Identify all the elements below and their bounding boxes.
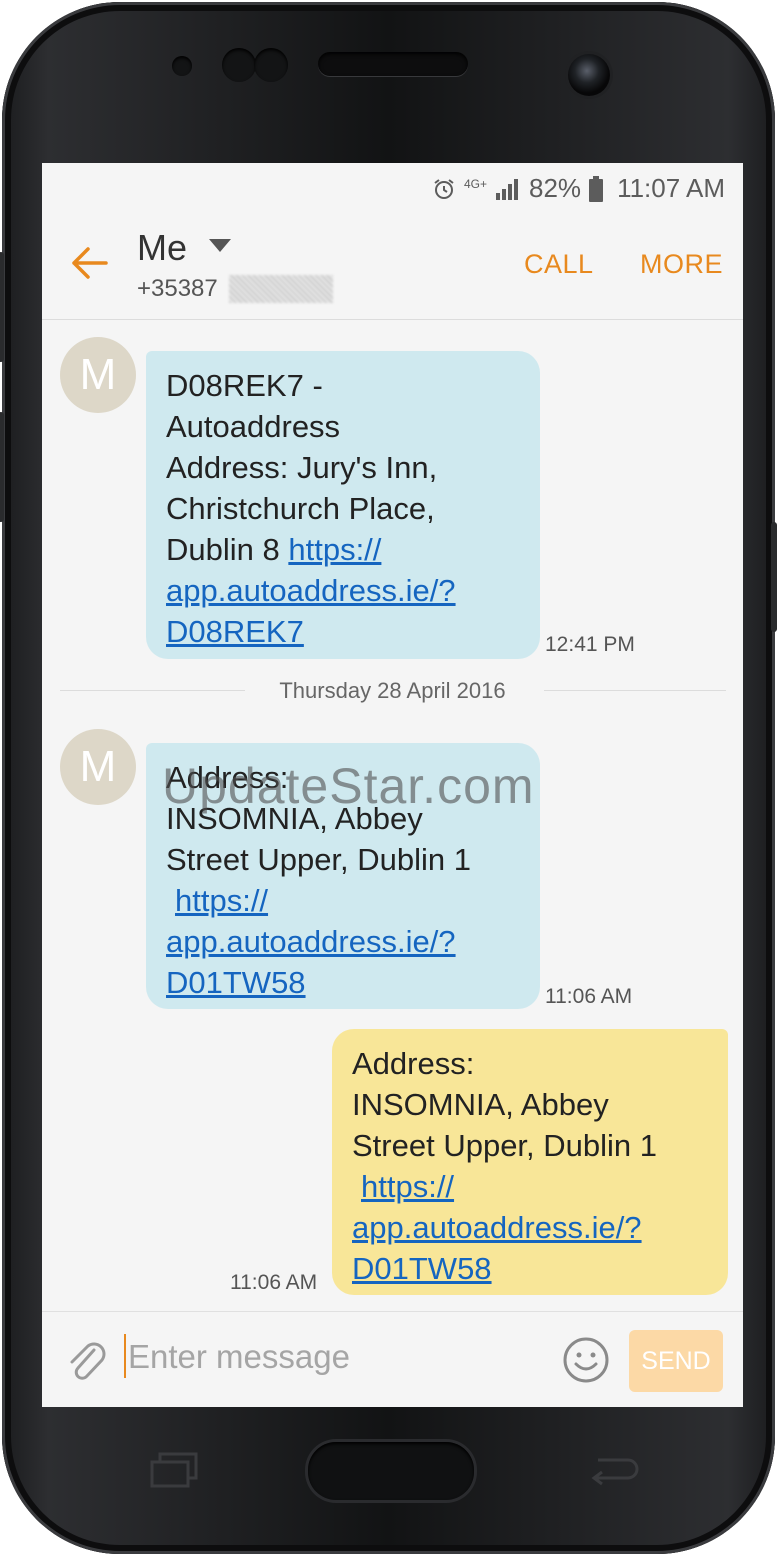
back-arrow-icon[interactable]	[70, 243, 110, 283]
message-bubble-outgoing[interactable]: Address: INSOMNIA, Abbey Street Upper, D…	[332, 1029, 728, 1295]
message-timestamp: 11:06 AM	[230, 1271, 318, 1294]
emoji-icon[interactable]	[562, 1336, 610, 1384]
composer-bar: Enter message SEND	[42, 1311, 743, 1407]
message-link[interactable]: app.autoaddress.ie/?	[352, 1207, 708, 1248]
power-button	[771, 522, 777, 632]
conversation-header: Me +35387 CALL MORE	[42, 213, 743, 320]
home-button[interactable]	[308, 1442, 474, 1500]
send-button[interactable]: SEND	[629, 1330, 723, 1392]
status-time: 11:07 AM	[617, 173, 725, 203]
message-text-line: D08REK7 -	[166, 368, 323, 403]
date-separator: Thursday 28 April 2016	[279, 678, 506, 703]
message-link[interactable]: app.autoaddress.ie/?	[166, 921, 520, 962]
message-link[interactable]: app.autoaddress.ie/?	[166, 570, 520, 611]
message-text-line: Address:	[352, 1046, 475, 1081]
message-link[interactable]: D08REK7	[166, 611, 520, 652]
avatar[interactable]: M	[60, 337, 136, 413]
phone-frame: 4G+ 82% 11:07 AM Me +35387 CALL MORE M D…	[0, 2, 777, 1554]
battery-icon	[589, 175, 604, 202]
avatar[interactable]: M	[60, 729, 136, 805]
message-text-line: Street Upper, Dublin 1	[352, 1128, 658, 1163]
message-bubble-incoming[interactable]: D08REK7 - Autoaddress Address: Jury's In…	[146, 351, 540, 659]
iris-sensor	[222, 48, 256, 82]
alarm-icon	[434, 178, 454, 199]
more-button[interactable]: MORE	[640, 249, 723, 280]
volume-down-button	[0, 412, 4, 522]
message-timestamp: 12:41 PM	[545, 633, 635, 656]
message-timestamp: 11:06 AM	[545, 985, 633, 1008]
front-camera	[568, 54, 610, 96]
message-link[interactable]: https://	[175, 883, 268, 918]
signal-icon	[496, 178, 519, 200]
status-bar: 4G+ 82% 11:07 AM	[42, 163, 743, 213]
screen: 4G+ 82% 11:07 AM Me +35387 CALL MORE M D…	[42, 163, 743, 1407]
contact-name[interactable]: Me	[137, 227, 187, 269]
attachment-icon[interactable]	[64, 1338, 108, 1382]
contact-number: +35387	[137, 275, 218, 302]
message-text-line: Address: Jury's Inn,	[166, 450, 438, 485]
back-key-icon[interactable]	[588, 1452, 640, 1488]
message-text-line: Autoaddress	[166, 409, 341, 444]
message-input[interactable]: Enter message	[128, 1338, 350, 1376]
message-link[interactable]: https://	[361, 1169, 454, 1204]
proximity-sensor	[172, 56, 192, 76]
recent-apps-icon[interactable]	[148, 1450, 200, 1490]
watermark: UpdateStar.com	[162, 758, 535, 814]
call-button[interactable]: CALL	[524, 249, 594, 280]
message-link[interactable]: D01TW58	[352, 1248, 708, 1289]
text-cursor	[124, 1334, 126, 1378]
redacted-number	[229, 275, 333, 303]
message-text-line: INSOMNIA, Abbey	[352, 1087, 609, 1122]
chevron-down-icon[interactable]	[209, 239, 231, 252]
message-text-line: Dublin 8	[166, 532, 289, 567]
battery-percent: 82%	[529, 173, 582, 203]
network-4g-icon: 4G+	[464, 176, 488, 191]
message-text-line: Street Upper, Dublin 1	[166, 842, 472, 877]
light-sensor	[254, 48, 288, 82]
volume-up-button	[0, 252, 4, 362]
message-link[interactable]: https://	[288, 532, 381, 567]
message-text-line: Christchurch Place,	[166, 491, 435, 526]
message-link[interactable]: D01TW58	[166, 962, 520, 1003]
earpiece-speaker	[318, 52, 468, 76]
